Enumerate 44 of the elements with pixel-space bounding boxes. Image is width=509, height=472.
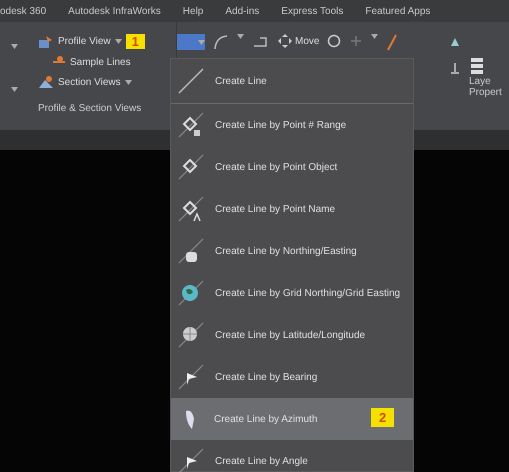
caret-icon[interactable] — [124, 80, 132, 84]
point-line-icon — [177, 195, 205, 223]
menu-item[interactable]: Create Line by Bearing — [171, 356, 413, 398]
menu-tab[interactable]: Add-ins — [225, 6, 260, 16]
sample-lines-button[interactable]: Sample Lines — [70, 56, 131, 68]
profile-view-button[interactable]: Profile View — [58, 36, 111, 47]
menu-item[interactable]: Create Line — [171, 59, 413, 104]
flag-line-icon — [177, 447, 205, 472]
step-badge: 1 — [126, 34, 145, 49]
menu-item[interactable]: Create Line by Point Name — [171, 188, 413, 230]
section-views-icon — [38, 75, 54, 89]
menu-tab[interactable]: Featured Apps — [365, 6, 430, 16]
circle-icon[interactable] — [327, 34, 342, 48]
move-button[interactable]: Move — [278, 34, 320, 48]
line-icon — [177, 67, 205, 95]
sphere-icon — [177, 321, 205, 349]
panel-title: Profile & Section Views — [38, 103, 142, 114]
layer-properties-label[interactable]: Laye Propert — [469, 76, 502, 98]
point-line-icon — [177, 237, 205, 265]
menu-tab[interactable]: odesk 360 — [0, 6, 46, 16]
menu-item[interactable]: Create Line by Point Object — [171, 146, 413, 188]
move-icon — [278, 34, 292, 48]
caret-icon[interactable] — [10, 44, 18, 49]
step-badge: 2 — [371, 408, 394, 427]
menu-item[interactable]: Create Line by Latitude/Longitude — [171, 314, 413, 356]
menu-tab[interactable]: Express Tools — [281, 6, 344, 16]
point-line-icon — [177, 153, 205, 181]
caret-icon[interactable] — [237, 34, 244, 39]
flag-line-icon — [177, 363, 205, 391]
section-views-button[interactable]: Section Views — [58, 76, 121, 88]
menu-item[interactable]: Create Line by Grid Northing/Grid Easting — [171, 272, 413, 314]
menu-item[interactable]: Create Line by Northing/Easting — [171, 230, 413, 272]
menu-tab[interactable]: Help — [182, 6, 204, 16]
caret-icon[interactable] — [371, 34, 378, 39]
globe-icon — [177, 279, 205, 307]
caret-icon[interactable] — [10, 87, 18, 92]
point-line-icon — [177, 111, 205, 139]
menu-item[interactable]: Create Line by Angle — [171, 440, 413, 472]
menu-item[interactable]: Create Line by Azimuth 2 — [171, 398, 413, 440]
menu-tab[interactable]: Autodesk InfraWorks — [68, 6, 161, 16]
menu-item[interactable]: Create Line by Point # Range — [171, 104, 413, 146]
arc-icon[interactable] — [213, 34, 229, 50]
profile-view-icon — [38, 34, 54, 48]
caret-icon[interactable] — [114, 39, 122, 44]
